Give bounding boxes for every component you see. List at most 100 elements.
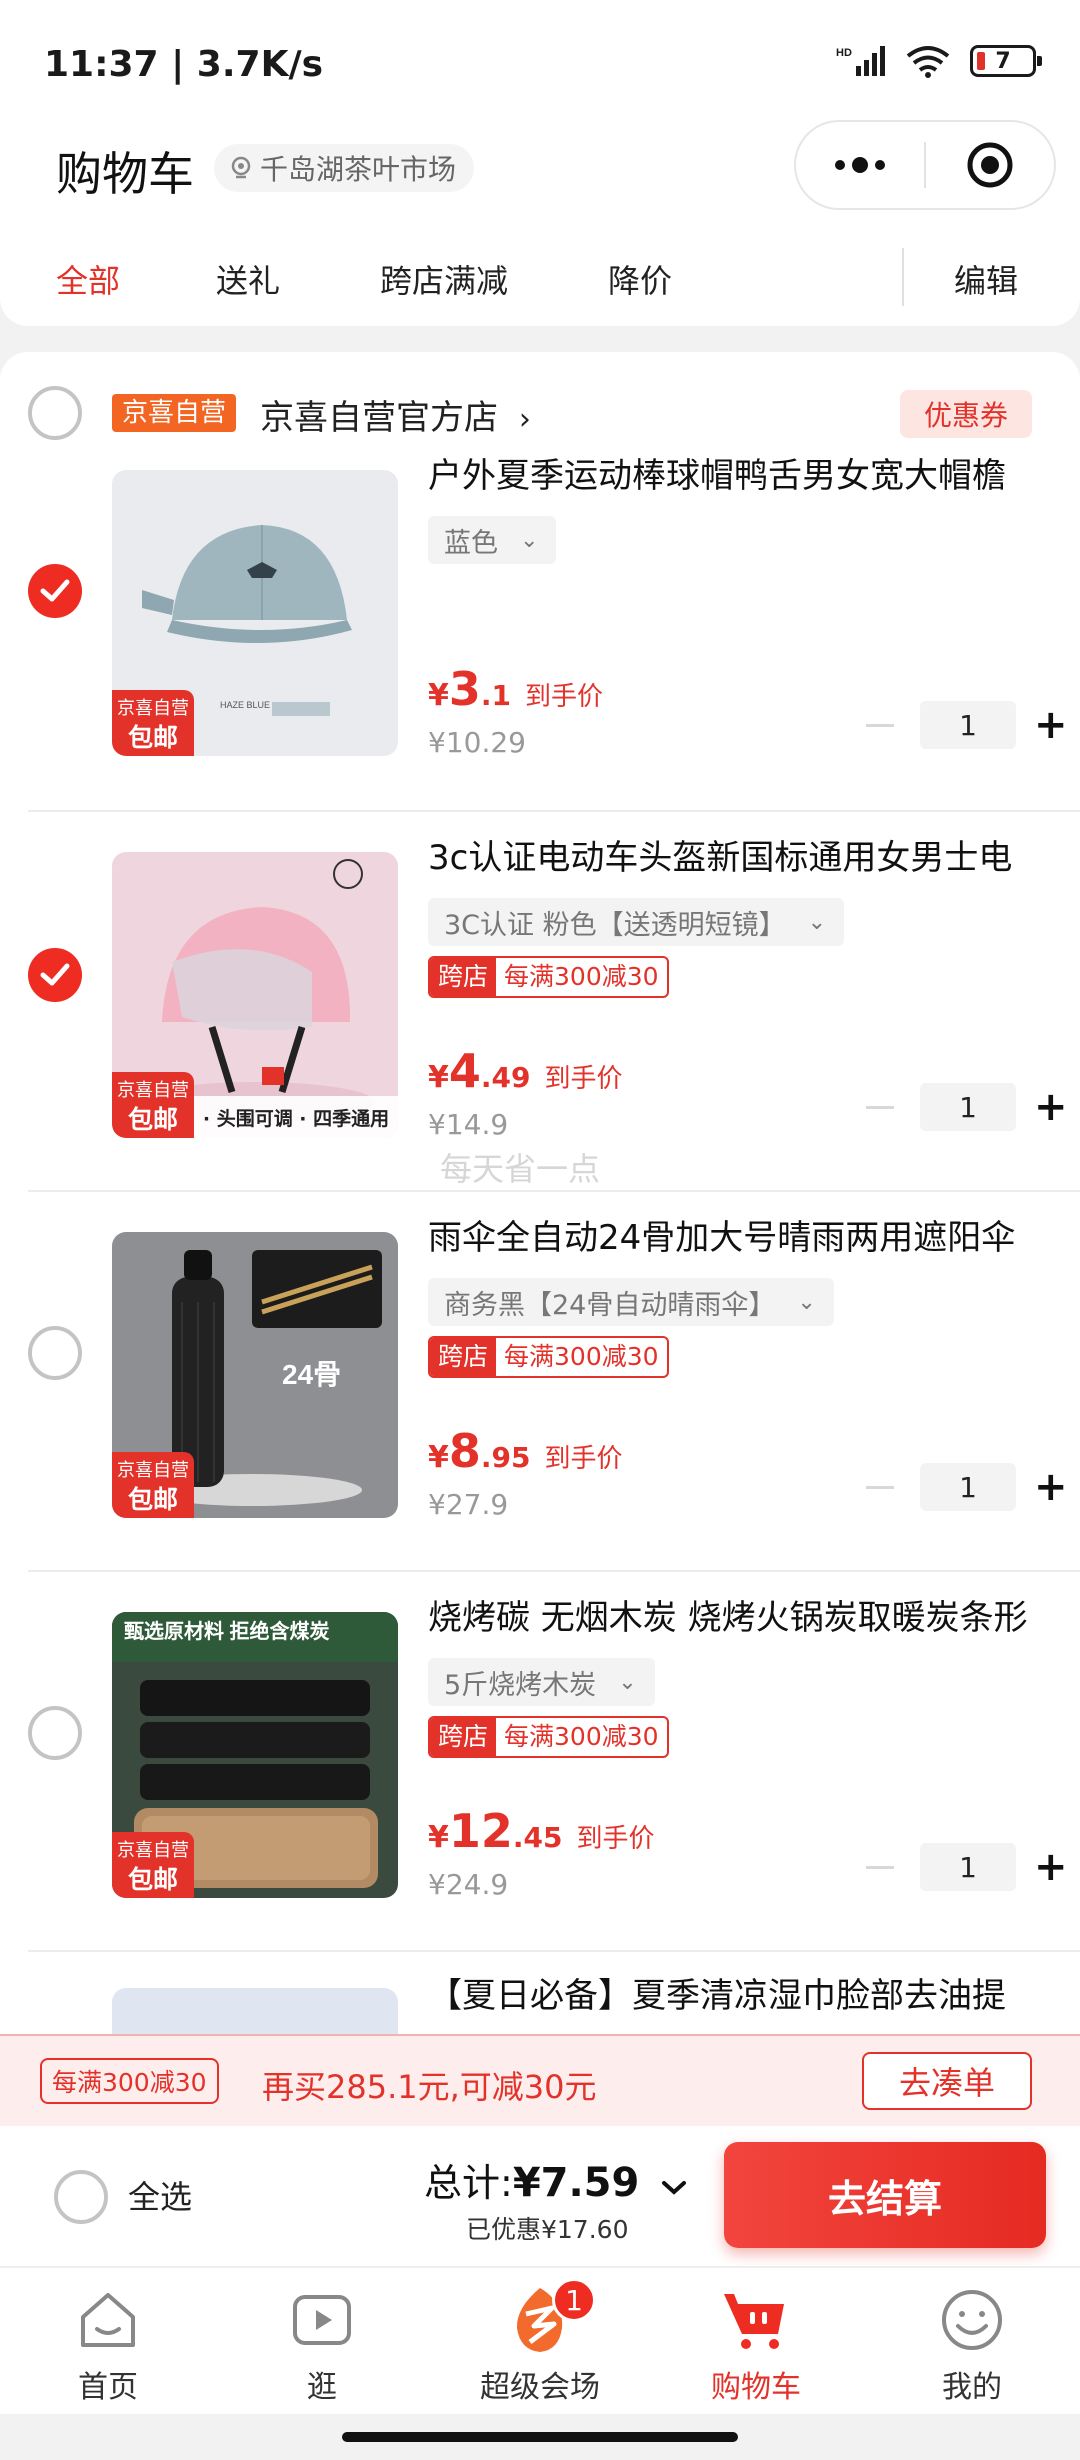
status-time: 11:37 | 3.7K/s [44, 44, 324, 85]
price-integer: 4 [448, 1044, 481, 1098]
quantity-value[interactable]: 1 [920, 1843, 1016, 1891]
profile-icon [942, 2290, 1002, 2350]
free-shipping-tag: 京喜自营 包邮 [112, 1832, 194, 1898]
nav-label: 逛 [307, 2370, 337, 2405]
original-price: ¥14.9 [428, 1108, 509, 1141]
product-image[interactable]: 24骨 京喜自营 包邮 [112, 1232, 398, 1518]
nav-profile[interactable]: 我的 [892, 2282, 1052, 2406]
shop-header: 京喜自营 京喜自营官方店 › 优惠券 [0, 352, 1080, 452]
tab-cross-store-discount[interactable]: 跨店满减 [380, 256, 508, 302]
battery-level: 7 [995, 48, 1011, 74]
chevron-down-icon: ⌄ [520, 527, 539, 553]
product-title[interactable]: 户外夏季运动棒球帽鸭舌男女宽大帽檐 [428, 448, 1038, 497]
close-mini-program-button[interactable] [926, 122, 1054, 208]
promo-text: 每满300减30 [504, 962, 659, 991]
product-image[interactable]: HAZE BLUE 京喜自营 包邮 [112, 470, 398, 756]
tag-bottom-text: 包邮 [127, 1865, 178, 1894]
location-selector[interactable]: 千岛湖茶叶市场 [214, 144, 475, 192]
add-more-button[interactable]: 去凑单 [862, 2052, 1032, 2110]
product-title[interactable]: 【夏日必备】夏季清凉湿巾脸部去油提 [428, 1968, 1038, 2017]
product-image[interactable]: 京喜自营 包邮 · 头围可调 · 四季通用 [112, 852, 398, 1138]
select-all-label[interactable]: 全选 [128, 2172, 192, 2218]
quantity-value[interactable]: 1 [920, 1083, 1016, 1131]
total-price: 总计:¥7.59 [424, 2152, 639, 2207]
home-icon [81, 2293, 135, 2347]
item-select-checkbox[interactable] [28, 948, 82, 1002]
target-close-icon [967, 142, 1013, 188]
shop-badge: 京喜自营 [112, 394, 237, 432]
nav-home[interactable]: 首页 [28, 2282, 188, 2406]
chevron-right-icon: › [518, 402, 531, 437]
cart-shop-card: 京喜自营 京喜自营官方店 › 优惠券 HAZE BLUE 京喜自营 包邮 户外夏… [0, 352, 1080, 2052]
more-menu-button[interactable] [796, 122, 924, 208]
nav-label: 购物车 [711, 2370, 801, 2405]
decrease-button[interactable] [866, 723, 894, 727]
item-select-checkbox[interactable] [28, 1326, 82, 1380]
price-integer: 8 [448, 1424, 481, 1478]
tab-gift[interactable]: 送礼 [216, 256, 280, 302]
mini-program-capsule [794, 120, 1056, 210]
spec-selector[interactable]: 3C认证 粉色【送透明短镜】 ⌄ [428, 898, 845, 946]
tag-bottom-text: 包邮 [127, 1485, 178, 1514]
nav-super-venue[interactable]: 1 超级会场 [460, 2278, 620, 2406]
item-divider [28, 1190, 1080, 1192]
product-title[interactable]: 雨伞全自动24骨加大号晴雨两用遮阳伞 [428, 1210, 1038, 1259]
shop-name-link[interactable]: 京喜自营官方店 › [260, 390, 531, 439]
increase-button[interactable]: + [1034, 1467, 1068, 1507]
nav-cart[interactable]: 购物车 [676, 2282, 836, 2406]
charcoal-image-text: 甄选原材料 拒绝含煤炭 [124, 1619, 330, 1643]
price-integer: 12 [448, 1804, 513, 1858]
tab-all[interactable]: 全部 [56, 256, 120, 302]
decrease-button[interactable] [866, 1485, 894, 1489]
tab-price-drop[interactable]: 降价 [608, 256, 672, 302]
tag-top-text: 京喜自营 [117, 698, 189, 719]
discount-detail-chevron-icon[interactable] [660, 2178, 688, 2198]
product-price: ¥12.45 到手价 [428, 1804, 655, 1858]
currency-symbol: ¥ [428, 678, 449, 713]
product-title[interactable]: 3c认证电动车头盔新国标通用女男士电 [428, 830, 1038, 879]
increase-button[interactable]: + [1034, 1847, 1068, 1887]
spec-selector[interactable]: 5斤烧烤木炭 ⌄ [428, 1658, 655, 1706]
discount-chip: 每满300减30 [40, 2058, 219, 2104]
spec-selector[interactable]: 商务黑【24骨自动晴雨伞】 ⌄ [428, 1278, 834, 1326]
edit-button[interactable]: 编辑 [954, 256, 1018, 302]
decrease-button[interactable] [866, 1865, 894, 1869]
video-play-icon [293, 2295, 351, 2345]
cart-item: 甄选原材料 拒绝含煤炭 京喜自营 包邮 烧烤碳 无烟木炭 烧烤火锅炭取暖炭条形 … [0, 1570, 1080, 1950]
select-all-checkbox[interactable] [54, 2170, 108, 2224]
quantity-value[interactable]: 1 [920, 1463, 1016, 1511]
more-dots-icon [835, 157, 885, 173]
decrease-button[interactable] [866, 1105, 894, 1109]
saved-amount: 已优惠¥17.60 [466, 2215, 629, 2244]
shop-name: 京喜自营官方店 [260, 398, 498, 438]
umbrella-image-text: 24骨 [282, 1359, 341, 1390]
spec-selector[interactable]: 蓝色 ⌄ [428, 516, 557, 564]
item-select-checkbox[interactable] [28, 564, 82, 618]
price-label: 到手价 [525, 682, 604, 712]
checkout-button[interactable]: 去结算 [724, 2142, 1046, 2248]
coupon-button[interactable]: 优惠券 [900, 390, 1032, 438]
increase-button[interactable]: + [1034, 705, 1068, 745]
promo-type: 跨店 [430, 958, 497, 996]
quantity-value[interactable]: 1 [920, 701, 1016, 749]
filter-tabs: 全部 送礼 跨店满减 降价 编辑 [0, 228, 1080, 326]
item-select-checkbox[interactable] [28, 1706, 82, 1760]
shop-select-checkbox[interactable] [28, 386, 82, 440]
svg-text:HAZE BLUE: HAZE BLUE [220, 700, 270, 710]
location-pin-icon [231, 156, 251, 179]
quantity-stepper: 1 + [866, 700, 1068, 750]
quantity-stepper: 1 + [866, 1082, 1068, 1132]
product-title[interactable]: 烧烤碳 无烟木炭 烧烤火锅炭取暖炭条形 [428, 1590, 1038, 1639]
price-label: 到手价 [544, 1064, 623, 1094]
increase-button[interactable]: + [1034, 1087, 1068, 1127]
promotion-tag: 跨店 每满300减30 [428, 956, 669, 998]
checkmark-icon [40, 579, 70, 602]
currency-symbol: ¥ [428, 1440, 449, 1475]
item-divider [28, 810, 1080, 812]
price-decimal: .1 [480, 679, 512, 712]
product-image[interactable]: 甄选原材料 拒绝含煤炭 京喜自营 包邮 [112, 1612, 398, 1898]
nav-browse[interactable]: 逛 [242, 2282, 402, 2406]
quantity-stepper: 1 + [866, 1842, 1068, 1892]
currency-symbol: ¥ [428, 1060, 449, 1095]
home-indicator[interactable] [342, 2432, 738, 2442]
